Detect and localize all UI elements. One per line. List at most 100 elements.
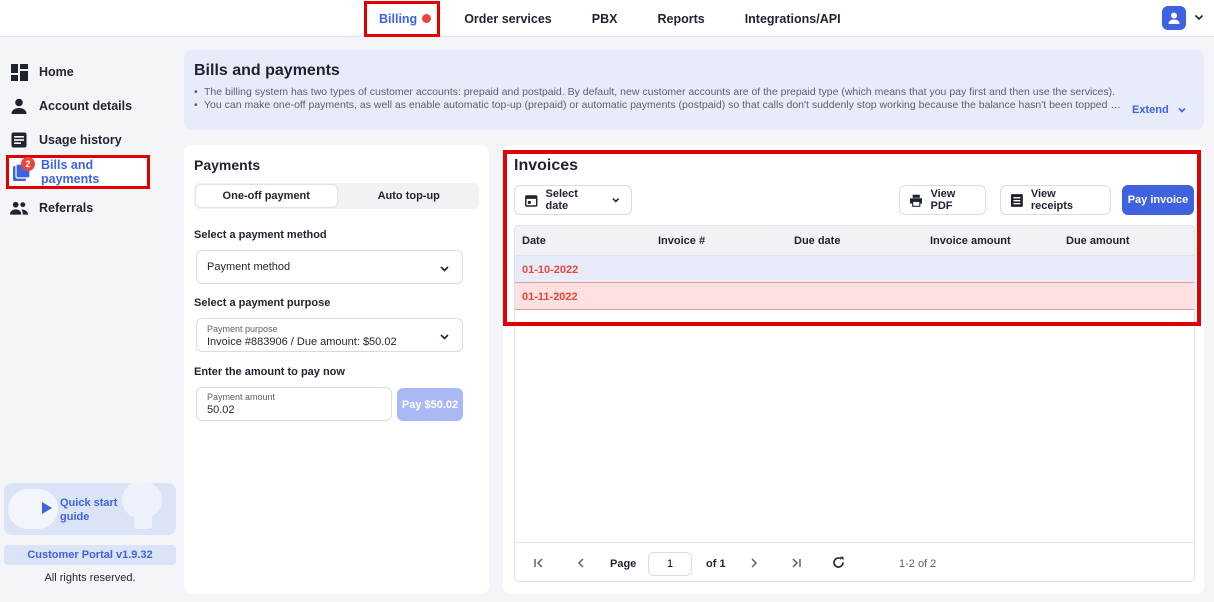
version-label: Customer Portal v1.9.32 [4,545,176,565]
tab-label: PBX [591,11,618,26]
extend-button[interactable]: Extend [1132,104,1187,116]
pay-button[interactable]: Pay $50.02 [397,388,463,421]
column-header-due-amount[interactable]: Due amount [1066,235,1130,247]
column-header-date[interactable]: Date [522,235,546,247]
payments-title: Payments [194,157,261,173]
sidebar: Home Account details Usage history 2 Bil… [0,38,180,602]
page-title: Bills and payments [194,62,340,79]
sidebar-item-account-details[interactable]: Account details [6,90,150,122]
sidebar-item-label: Usage history [39,133,122,147]
tab-order-services[interactable]: Order services [444,0,572,37]
info-banner: Bills and payments The billing system ha… [184,50,1204,130]
sidebar-item-usage-history[interactable]: Usage history [6,124,150,156]
sidebar-item-bills-and-payments[interactable]: 2 Bills and payments [6,155,150,189]
sidebar-item-label: Referrals [39,201,94,215]
chevron-down-icon [1178,107,1186,113]
payment-type-toggle: One-off payment Auto top-up [194,183,479,209]
tab-auto-top-up[interactable]: Auto top-up [339,183,480,209]
payment-method-heading: Select a payment method [194,229,327,241]
pagination-bar: Page of 1 1-2 of 2 [515,542,1194,581]
page-number-input[interactable] [648,552,692,576]
chevron-down-icon [440,334,449,340]
lightbulb-base [134,513,152,529]
row-date: 01-11-2022 [522,291,578,303]
payment-purpose-caption: Payment purpose [207,324,278,334]
notification-dot-icon [422,14,432,23]
user-icon [1168,12,1180,24]
payment-purpose-value: Invoice #883906 / Due amount: $50.02 [207,336,397,348]
first-page-icon[interactable] [533,557,545,569]
chevron-down-icon [440,266,449,272]
payment-amount-field[interactable]: Payment amount [196,387,392,421]
person-icon [10,97,28,115]
notification-badge: 2 [21,157,35,171]
payment-amount-heading: Enter the amount to pay now [194,366,345,378]
payment-method-select[interactable]: Payment method [196,250,463,284]
tab-integrations-api[interactable]: Integrations/API [725,0,861,37]
chevron-down-icon [612,198,620,203]
tab-reports[interactable]: Reports [637,0,724,37]
group-icon [10,199,28,217]
info-list: The billing system has two types of cust… [194,86,1124,112]
page-label: Page [610,558,637,570]
printer-icon [910,194,923,207]
column-header-due-date[interactable]: Due date [794,235,840,247]
quick-start-label: Quick start guide [60,497,118,523]
sidebar-item-label: Bills and payments [41,158,100,186]
tab-billing-label: Billing [379,11,418,26]
top-navigation: Billing Order services PBX Reports Integ… [364,0,861,37]
sidebar-item-label: Account details [39,99,133,113]
last-page-icon[interactable] [790,557,802,569]
tab-label: Reports [657,11,705,26]
sidebar-item-home[interactable]: Home [6,56,150,88]
next-page-icon[interactable] [748,557,760,569]
tab-label: Order services [464,11,552,26]
chevron-down-icon[interactable] [1193,11,1205,23]
refresh-icon[interactable] [832,556,845,569]
invoices-card: Invoices Select date View PDF View recei… [503,145,1204,594]
table-row[interactable]: 01-10-2022 [515,256,1194,283]
tab-pbx[interactable]: PBX [572,0,638,37]
invoices-table: Date Invoice # Due date Invoice amount D… [514,225,1195,582]
document-icon [10,131,28,149]
column-header-invoice-number[interactable]: Invoice # [658,235,705,247]
results-range: 1-2 of 2 [899,558,937,570]
pay-invoice-label: Pay invoice [1127,194,1189,206]
quick-start-guide-card[interactable]: Quick start guide [4,483,176,535]
table-header: Date Invoice # Due date Invoice amount D… [515,226,1194,256]
view-pdf-label: View PDF [930,188,956,212]
page-count: of 1 [706,558,726,570]
select-date-button[interactable]: Select date [514,185,632,215]
tab-billing[interactable]: Billing [364,0,441,37]
select-date-label: Select date [545,188,578,212]
sidebar-item-referrals[interactable]: Referrals [6,192,150,224]
payment-method-value: Payment method [207,261,291,273]
receipt-icon [1011,193,1023,207]
view-receipts-button[interactable]: View receipts [1000,185,1111,215]
payment-purpose-heading: Select a payment purpose [194,297,331,309]
table-row[interactable]: 01-11-2022 [515,283,1194,310]
pay-invoice-button[interactable]: Pay invoice [1122,185,1194,215]
payments-card: Payments One-off payment Auto top-up Sel… [184,145,489,594]
payment-purpose-select[interactable]: Payment purpose Invoice #883906 / Due am… [196,318,463,352]
view-pdf-button[interactable]: View PDF [899,185,986,215]
previous-page-icon[interactable] [575,557,587,569]
rights-text: All rights reserved. [44,572,136,584]
payment-amount-input[interactable] [207,404,377,416]
column-header-invoice-amount[interactable]: Invoice amount [930,235,1011,247]
calendar-icon [525,194,538,207]
info-bullet: The billing system has two types of cust… [194,86,1124,99]
tab-label: Integrations/API [744,11,841,26]
extend-label: Extend [1132,104,1169,116]
bills-icon: 2 [13,157,35,181]
dashboard-icon [10,63,28,81]
tab-one-off-payment[interactable]: One-off payment [196,185,337,207]
payment-amount-caption: Payment amount [207,392,276,402]
sidebar-item-label: Home [39,65,74,79]
play-icon [42,502,52,514]
user-avatar-button[interactable] [1162,6,1186,30]
view-receipts-label: View receipts [1030,188,1074,212]
row-date: 01-10-2022 [522,264,579,276]
top-bar: Billing Order services PBX Reports Integ… [0,0,1214,37]
invoices-title: Invoices [514,157,579,174]
